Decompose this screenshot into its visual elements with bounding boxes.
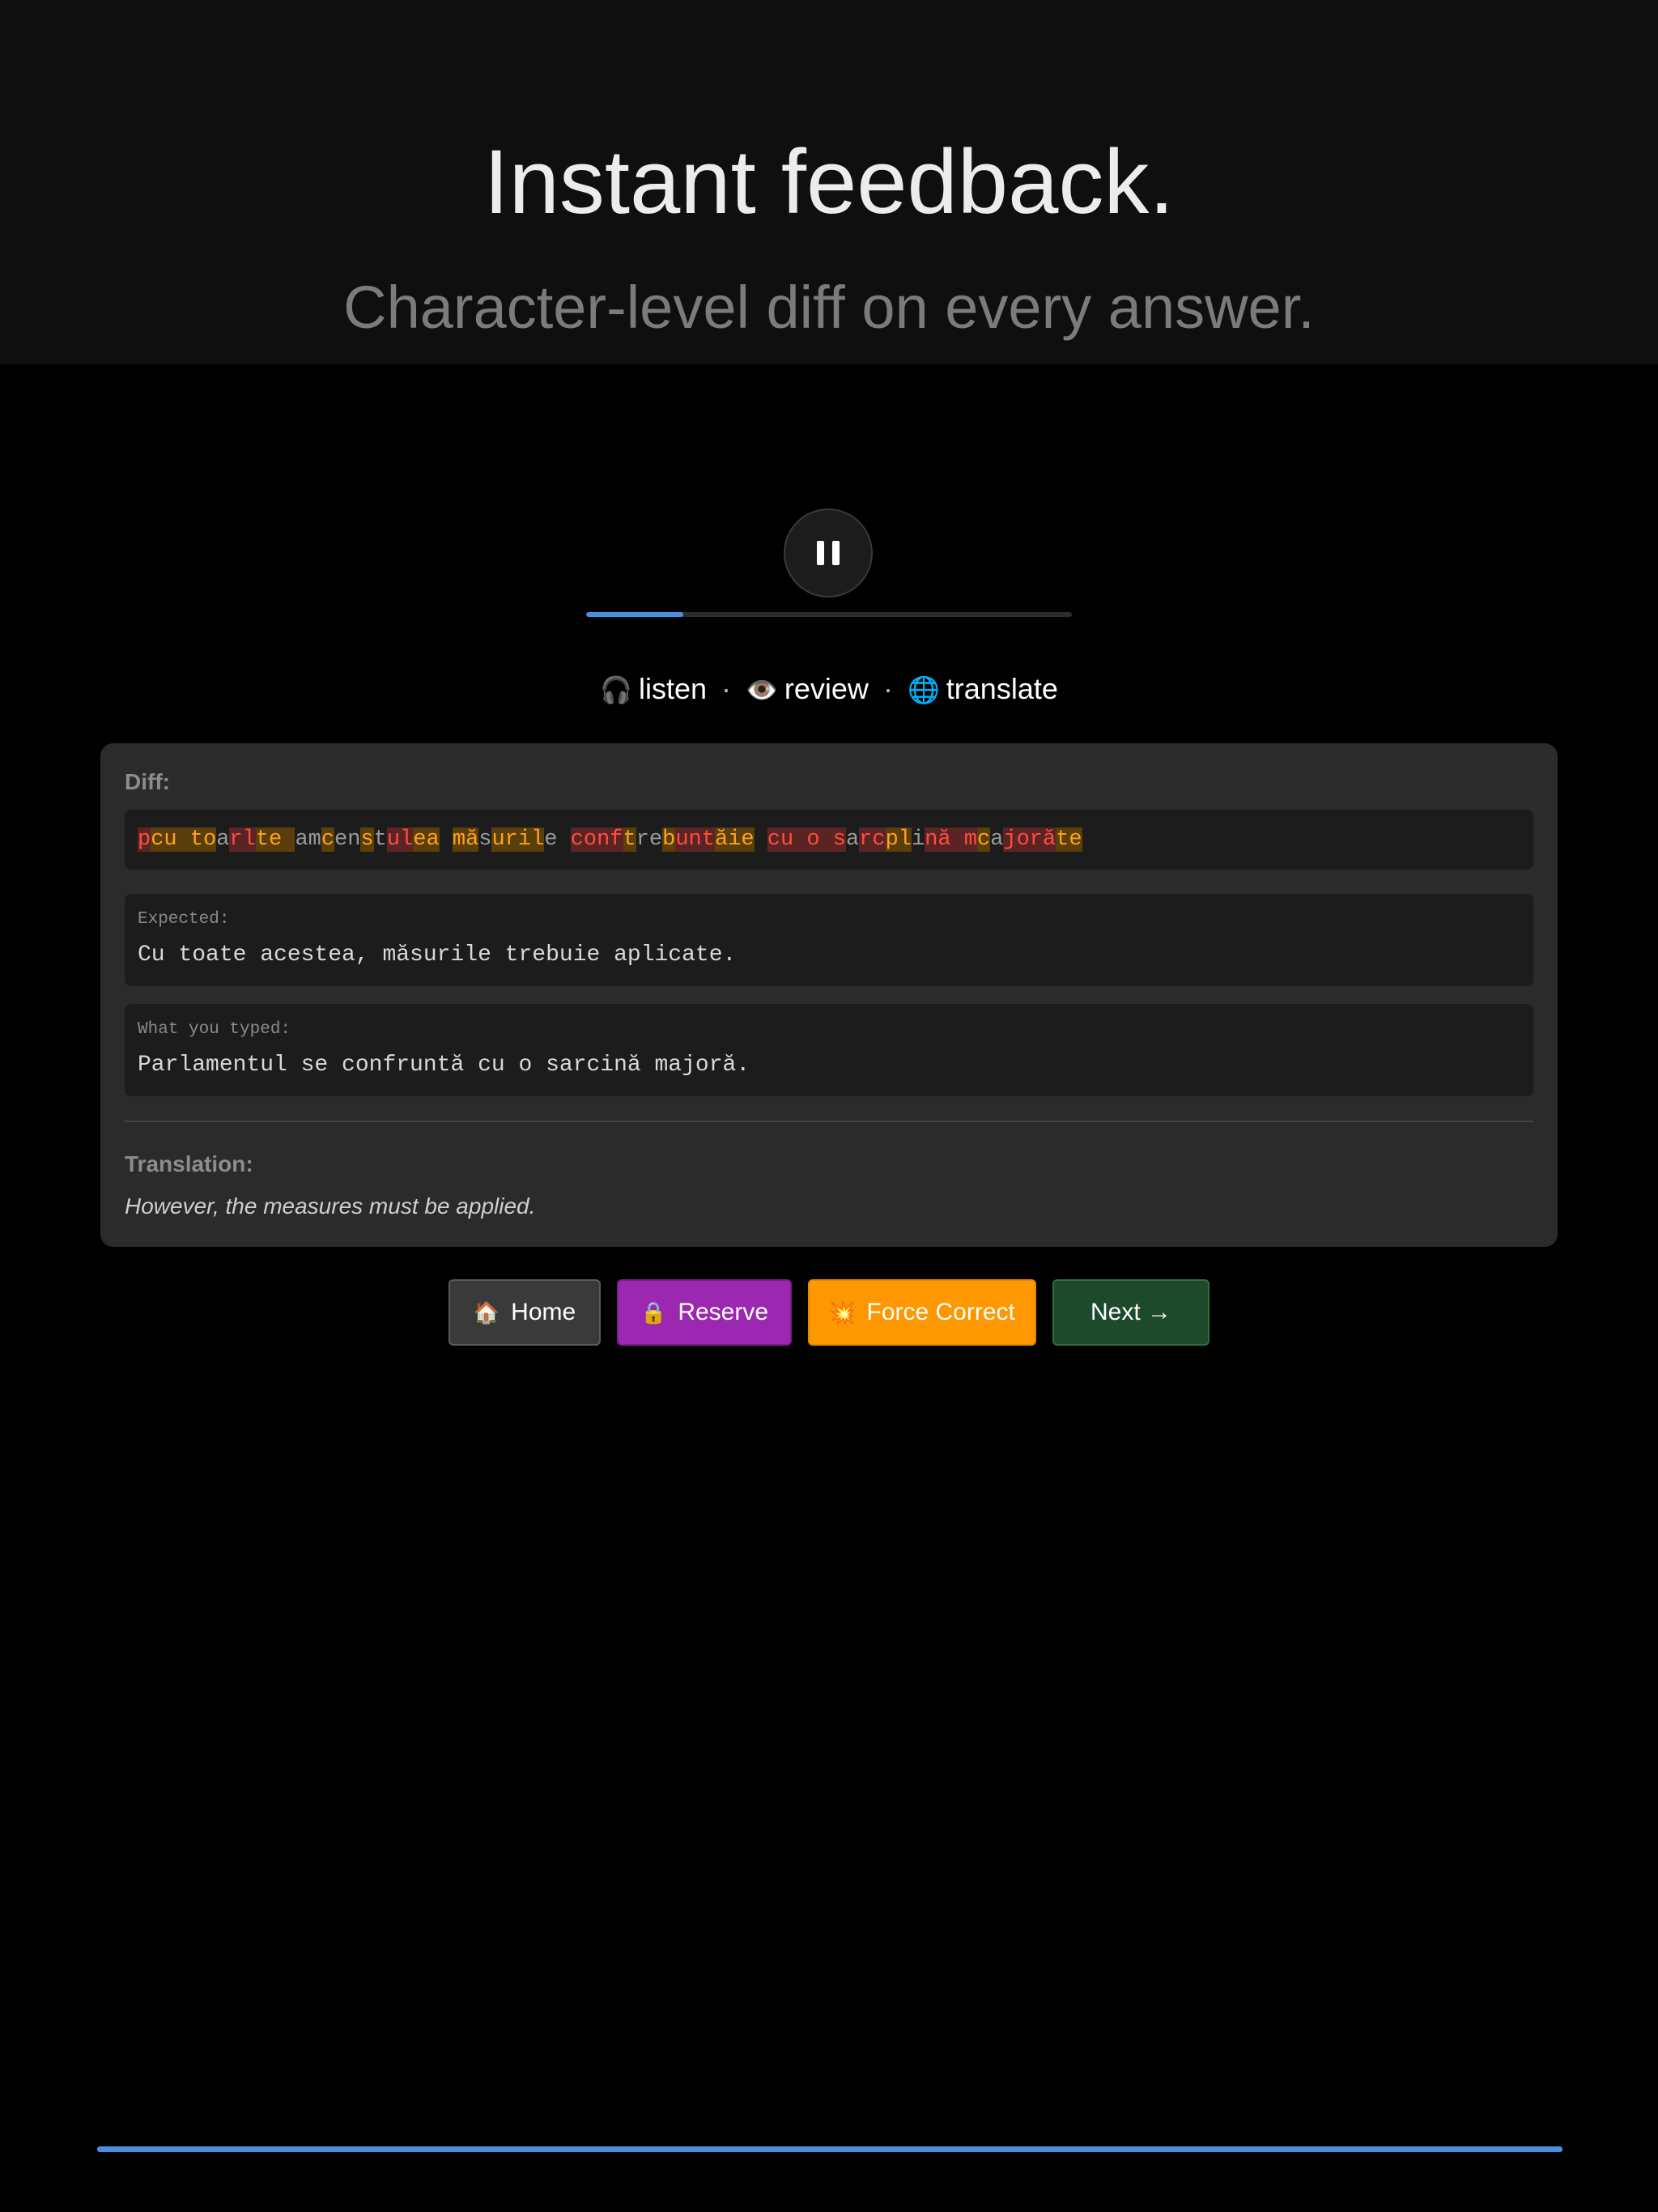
mode-listen[interactable]: listen [639, 672, 707, 705]
diff-removed: conf [570, 827, 623, 852]
diff-added: ea [413, 827, 440, 852]
force-correct-button[interactable]: 💥 Force Correct [808, 1279, 1036, 1346]
diff-match [755, 827, 767, 852]
home-button-label: Home [511, 1299, 576, 1325]
diff-match: s [478, 827, 492, 852]
diff-removed: rl [229, 827, 256, 852]
mode-separator: · [882, 672, 893, 705]
divider [125, 1121, 1533, 1122]
diff-match: e [544, 827, 571, 852]
diff-added: b [662, 827, 676, 852]
lock-icon: 🔒 [640, 1300, 667, 1325]
audio-progress-fill [586, 612, 683, 617]
diff-added: s [360, 827, 374, 852]
diff-removed: joră [1003, 827, 1056, 852]
hero-title: Instant feedback. [483, 131, 1175, 232]
diff-added: ăie [714, 827, 755, 852]
headphones-icon: 🎧 [600, 675, 632, 704]
diff-added: te [255, 827, 295, 852]
feedback-card: Diff: p cu to a rl te am c en s t ul ea mă s uril e c… [100, 743, 1558, 1247]
expected-text: Cu toate acestea, măsurile trebuie aplic… [138, 942, 737, 968]
house-icon: 🏠 [473, 1300, 500, 1325]
collision-icon: 💥 [829, 1300, 856, 1325]
next-button[interactable]: Next → [1052, 1279, 1209, 1346]
home-button[interactable]: 🏠 Home [449, 1279, 601, 1346]
expected-box: Expected: Cu toate acestea, măsurile tre… [125, 894, 1533, 986]
pause-button[interactable] [784, 508, 873, 598]
diff-added: c [321, 827, 335, 852]
typed-text: Parlamentul se confruntă cu o sarcină ma… [138, 1053, 750, 1078]
eye-icon: 👁️ [746, 675, 778, 704]
diff-removed: ul [386, 827, 414, 852]
reserve-button[interactable]: 🔒 Reserve [617, 1279, 792, 1346]
action-bar: 🏠 Home 🔒 Reserve 💥 Force Correct Next → [0, 1279, 1658, 1347]
diff-added: uril [491, 827, 545, 852]
diff-match: a [216, 827, 230, 852]
next-button-label: Next → [1090, 1299, 1172, 1325]
translation-label: Translation: [125, 1151, 253, 1176]
mode-review[interactable]: review [784, 672, 869, 705]
mode-translate[interactable]: translate [946, 672, 1058, 705]
audio-progress-bar[interactable] [586, 612, 1072, 617]
force-correct-button-label: Force Correct [866, 1299, 1015, 1325]
diff-added: cu to [151, 827, 217, 852]
diff-match: a [845, 827, 860, 852]
mode-row: 🎧 listen · 👁️ review · 🌐 translate [0, 669, 1658, 709]
hero-subtitle: Character-level diff on every answer. [343, 274, 1315, 341]
mode-separator: · [721, 672, 732, 705]
diff-match: re [636, 827, 663, 852]
reserve-button-label: Reserve [678, 1299, 769, 1325]
diff-match: a [990, 827, 1004, 852]
diff-removed: unt [675, 827, 715, 852]
globe-icon: 🌐 [907, 675, 940, 704]
diff-removed: rc [859, 827, 886, 852]
diff-added: mă [452, 827, 479, 852]
diff-match: t [373, 827, 387, 852]
diff-added: t [623, 827, 636, 852]
translation-text: However, the measures must be applied. [125, 1193, 536, 1219]
diff-match: en [334, 827, 361, 852]
diff-match: i [911, 827, 925, 852]
pause-icon [817, 541, 840, 565]
bottom-progress-line [97, 2146, 1562, 2152]
diff-match: am [295, 827, 321, 852]
diff-removed: p [138, 827, 151, 852]
expected-label: Expected: [138, 910, 230, 929]
diff-added: pl [885, 827, 912, 852]
diff-label: Diff: [125, 769, 170, 794]
typed-box: What you typed: Parlamentul se confruntă… [125, 1004, 1533, 1096]
audio-player [0, 508, 1658, 622]
diff-added: c [977, 827, 991, 852]
diff-match [440, 827, 453, 852]
diff-removed: cu o s [767, 827, 846, 852]
diff-box: p cu to a rl te am c en s t ul ea mă s uril e conf t re… [125, 810, 1533, 870]
diff-added: te [1056, 827, 1082, 852]
diff-removed: nă m [925, 827, 977, 852]
typed-label: What you typed: [138, 1020, 291, 1039]
hero-header: Instant feedback. Character-level diff o… [0, 0, 1658, 364]
